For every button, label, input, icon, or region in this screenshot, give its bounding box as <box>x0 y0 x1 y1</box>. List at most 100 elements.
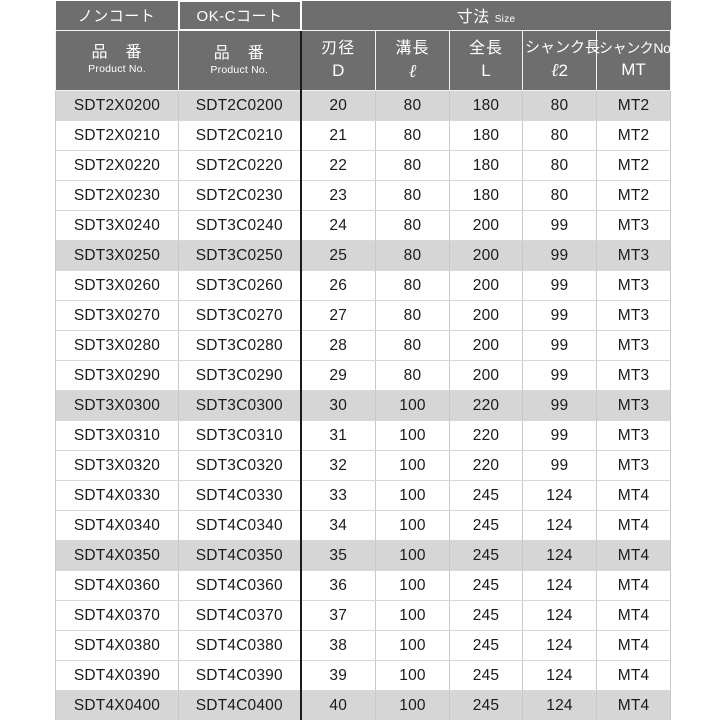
table-body: SDT2X0200 SDT2C0200 20 80 180 80 MT2 SDT2X0210 S… <box>55 90 672 720</box>
cell-overall-length: 245 <box>449 570 523 601</box>
table-row: SDT4X0360 SDT4C0360 36 100 245 124 MT4 <box>55 570 672 601</box>
cell-shank-no: MT3 <box>595 300 672 331</box>
column-header-jp-1: 品 番 <box>213 44 265 62</box>
cell-shank-length: 124 <box>522 480 597 511</box>
cell-non-coated-product-no: SDT3X0290 <box>55 360 179 391</box>
cell-shank-length: 124 <box>522 570 597 601</box>
cell-ok-c-product-no: SDT2C0210 <box>178 120 301 151</box>
cell-flute-length: 80 <box>375 120 450 151</box>
table-row: SDT4X0400 SDT4C0400 40 100 245 124 MT4 <box>55 690 672 720</box>
cell-overall-length: 220 <box>449 420 523 451</box>
cell-non-coated-product-no: SDT4X0400 <box>55 690 179 720</box>
cell-shank-length: 80 <box>522 120 597 151</box>
cell-shank-length: 124 <box>522 600 597 631</box>
cell-non-coated-product-no: SDT4X0340 <box>55 510 179 541</box>
cell-ok-c-product-no: SDT3C0280 <box>178 330 301 361</box>
cell-flute-length: 80 <box>375 90 450 121</box>
cell-flute-length: 100 <box>375 600 450 631</box>
cell-ok-c-product-no: SDT3C0310 <box>178 420 301 451</box>
cell-diameter: 32 <box>299 450 376 481</box>
cell-flute-length: 100 <box>375 510 450 541</box>
cell-shank-length: 99 <box>522 450 597 481</box>
table-row: SDT4X0380 SDT4C0380 38 100 245 124 MT4 <box>55 630 672 661</box>
cell-non-coated-product-no: SDT3X0270 <box>55 300 179 331</box>
cell-overall-length: 200 <box>449 330 523 361</box>
cell-shank-length: 124 <box>522 510 597 541</box>
table-row: SDT3X0270 SDT3C0270 27 80 200 99 MT3 <box>55 300 672 331</box>
cell-shank-no: MT4 <box>595 480 672 511</box>
cell-flute-length: 100 <box>375 450 450 481</box>
column-header-shank-no: シャンクNo. MT <box>595 29 674 91</box>
cell-flute-length: 100 <box>375 420 450 451</box>
cell-ok-c-product-no: SDT4C0400 <box>178 690 301 720</box>
column-header-ok-c-product-no: 品 番 Product No. <box>178 29 301 91</box>
header-row-columns: 品 番 Product No. 品 番 Product No. 刃径 D 溝長 … <box>55 29 674 91</box>
cell-flute-length: 100 <box>375 630 450 661</box>
cell-shank-no: MT3 <box>595 240 672 271</box>
table-row: SDT3X0280 SDT3C0280 28 80 200 99 MT3 <box>55 330 672 361</box>
cell-shank-no: MT2 <box>595 120 672 151</box>
cell-shank-no: MT4 <box>595 510 672 541</box>
table-row: SDT3X0250 SDT3C0250 25 80 200 99 MT3 <box>55 240 672 271</box>
column-header-jp-3: 溝長 <box>395 39 430 57</box>
cell-shank-length: 124 <box>522 690 597 720</box>
cell-shank-length: 124 <box>522 630 597 661</box>
table-row: SDT4X0350 SDT4C0350 35 100 245 124 MT4 <box>55 540 672 571</box>
drill-specification-table: ノンコート OK-Cコート 寸法 Size 品 番 Product No. 品 … <box>55 0 674 720</box>
table-row: SDT2X0220 SDT2C0220 22 80 180 80 MT2 <box>55 150 672 181</box>
cell-flute-length: 100 <box>375 690 450 720</box>
cell-diameter: 22 <box>299 150 376 181</box>
cell-shank-length: 124 <box>522 660 597 691</box>
header-group-size-jp: 寸法 <box>456 9 490 27</box>
table-row: SDT3X0260 SDT3C0260 26 80 200 99 MT3 <box>55 270 672 301</box>
table-row: SDT3X0240 SDT3C0240 24 80 200 99 MT3 <box>55 210 672 241</box>
cell-diameter: 28 <box>299 330 376 361</box>
table-row: SDT3X0310 SDT3C0310 31 100 220 99 MT3 <box>55 420 672 451</box>
header-group-non-coated: ノンコート <box>55 1 179 31</box>
cell-non-coated-product-no: SDT4X0360 <box>55 570 179 601</box>
cell-overall-length: 200 <box>449 270 523 301</box>
cell-non-coated-product-no: SDT2X0200 <box>55 90 179 121</box>
cell-shank-no: MT3 <box>595 420 672 451</box>
cell-flute-length: 80 <box>375 330 450 361</box>
cell-shank-no: MT4 <box>595 630 672 661</box>
cell-non-coated-product-no: SDT4X0390 <box>55 660 179 691</box>
table-row: SDT3X0300 SDT3C0300 30 100 220 99 MT3 <box>55 390 672 421</box>
table-row: SDT3X0290 SDT3C0290 29 80 200 99 MT3 <box>55 360 672 391</box>
cell-shank-length: 124 <box>522 540 597 571</box>
table-row: SDT3X0320 SDT3C0320 32 100 220 99 MT3 <box>55 450 672 481</box>
cell-shank-length: 80 <box>522 90 597 121</box>
column-header-sym-5: ℓ2 <box>551 60 568 81</box>
cell-shank-length: 99 <box>522 300 597 331</box>
cell-shank-no: MT4 <box>595 600 672 631</box>
cell-overall-length: 220 <box>449 390 523 421</box>
cell-diameter: 20 <box>299 90 376 121</box>
cell-overall-length: 245 <box>449 600 523 631</box>
cell-shank-length: 80 <box>522 180 597 211</box>
cell-diameter: 30 <box>299 390 376 421</box>
column-header-en-1: Product No. <box>210 63 269 76</box>
cell-overall-length: 245 <box>449 480 523 511</box>
cell-non-coated-product-no: SDT2X0220 <box>55 150 179 181</box>
cell-overall-length: 200 <box>449 300 523 331</box>
cell-shank-no: MT2 <box>595 150 672 181</box>
cell-overall-length: 200 <box>449 360 523 391</box>
column-header-en-0: Product No. <box>88 63 146 76</box>
table-header: ノンコート OK-Cコート 寸法 Size 品 番 Product No. 品 … <box>55 0 674 91</box>
cell-shank-no: MT2 <box>595 90 672 121</box>
cell-non-coated-product-no: SDT3X0310 <box>55 420 179 451</box>
cell-shank-length: 80 <box>522 150 597 181</box>
cell-ok-c-product-no: SDT3C0270 <box>178 300 301 331</box>
table-row: SDT4X0330 SDT4C0330 33 100 245 124 MT4 <box>55 480 672 511</box>
cell-flute-length: 80 <box>375 150 450 181</box>
cell-diameter: 40 <box>299 690 376 720</box>
cell-shank-length: 99 <box>522 390 597 421</box>
cell-non-coated-product-no: SDT3X0300 <box>55 390 179 421</box>
cell-shank-no: MT3 <box>595 210 672 241</box>
cell-shank-no: MT3 <box>595 450 672 481</box>
cell-diameter: 37 <box>299 600 376 631</box>
cell-shank-length: 99 <box>522 420 597 451</box>
column-header-non-coated-product-no: 品 番 Product No. <box>55 29 179 91</box>
cell-shank-no: MT4 <box>595 570 672 601</box>
cell-ok-c-product-no: SDT4C0380 <box>178 630 301 661</box>
